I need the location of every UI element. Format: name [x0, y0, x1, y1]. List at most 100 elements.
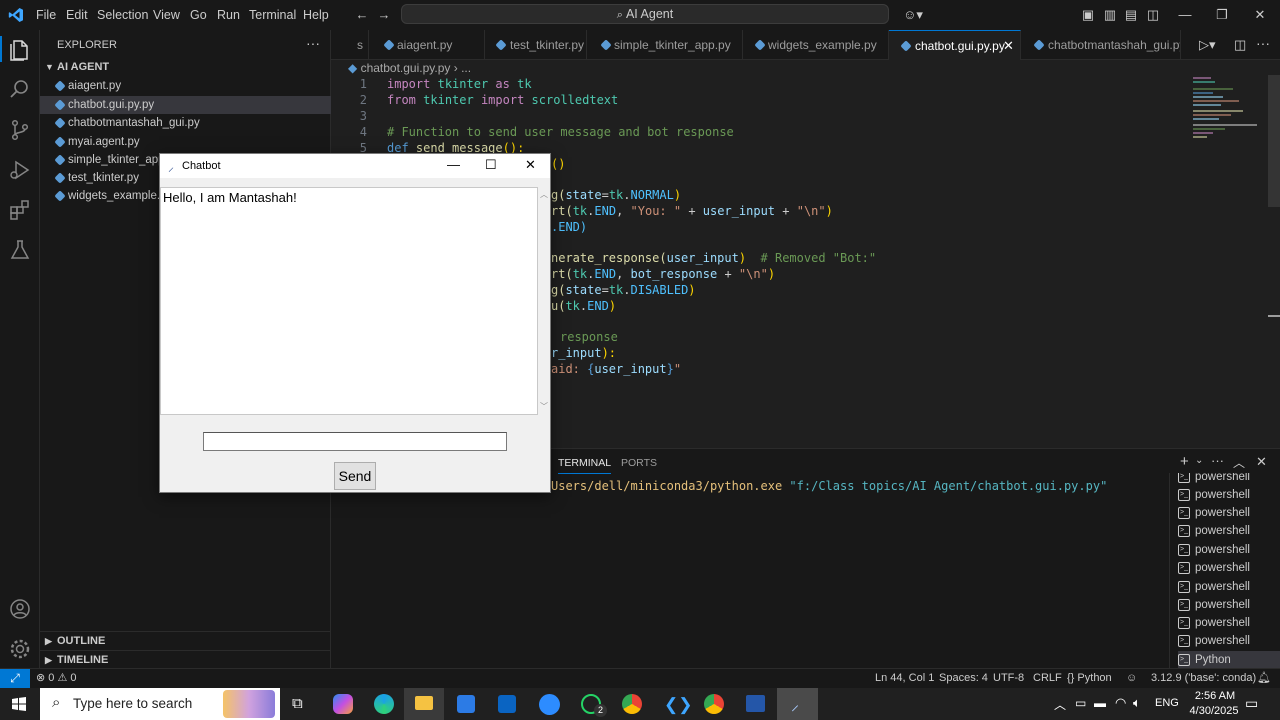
send-button[interactable]: Send — [334, 462, 376, 490]
close-tab-icon[interactable]: ✕ — [1003, 31, 1014, 60]
terminal-list-item[interactable]: >_ powershell — [1178, 632, 1268, 650]
minimize-window-icon[interactable]: — — [1177, 7, 1193, 23]
powershell-icon[interactable] — [746, 695, 765, 712]
scroll-down-arrow-icon[interactable]: ﹀ — [540, 401, 548, 412]
taskbar-search-box[interactable]: ⌕ Type here to search — [40, 688, 280, 720]
menu-file[interactable]: File — [36, 8, 56, 22]
terminal-list-item[interactable]: >_ powershell — [1178, 578, 1268, 596]
tab-chatbot-gui[interactable]: chatbot.gui.py.py ✕ — [889, 30, 1021, 60]
tk-minimize-icon[interactable]: — — [447, 157, 460, 172]
terminal-list-item[interactable]: >_ powershell — [1178, 504, 1268, 522]
chevron-down-icon[interactable]: ⌄ — [1195, 455, 1203, 466]
terminal-list-item[interactable]: >_ powershell — [1178, 522, 1268, 540]
chat-display[interactable]: Hello, I am Mantashah! — [160, 187, 538, 415]
more-actions-icon[interactable]: ··· — [1211, 453, 1224, 468]
run-debug-icon[interactable] — [8, 158, 32, 182]
file-item[interactable]: aiagent.py — [40, 77, 331, 95]
add-terminal-icon[interactable]: + — [1180, 453, 1189, 470]
language-mode[interactable]: {} Python — [1067, 669, 1112, 688]
indentation[interactable]: Spaces: 4 — [939, 669, 988, 688]
scrollbar-thumb[interactable] — [1268, 75, 1280, 207]
outlook-icon[interactable] — [498, 695, 516, 713]
testing-icon[interactable] — [8, 238, 32, 262]
copilot-status-icon[interactable]: ☺ — [1126, 669, 1137, 688]
tab-test-tkinter[interactable]: test_tkinter.py — [485, 30, 587, 60]
file-item[interactable]: myai.agent.py — [40, 133, 331, 151]
menu-selection[interactable]: Selection — [97, 8, 148, 22]
timeline-section[interactable]: ▶ TIMELINE — [40, 650, 331, 668]
vscode-taskbar-icon[interactable]: ❮❯ — [664, 695, 693, 715]
tab-aiagent[interactable]: aiagent.py — [369, 30, 485, 60]
tray-chevron-icon[interactable]: ︿ — [1054, 696, 1066, 713]
toggle-secondary-sidebar-icon[interactable]: ◫ — [1145, 7, 1161, 23]
close-window-icon[interactable]: ✕ — [1252, 7, 1268, 23]
minimap[interactable] — [1193, 75, 1263, 138]
source-control-icon[interactable] — [8, 118, 32, 142]
more-actions-icon[interactable]: ··· — [1256, 35, 1270, 51]
menu-help[interactable]: Help — [303, 8, 329, 22]
outline-section[interactable]: ▶ OUTLINE — [40, 631, 331, 650]
tk-title-bar[interactable]: ⸝ Chatbot — ☐ ✕ — [160, 154, 550, 178]
menu-edit[interactable]: Edit — [66, 8, 88, 22]
input-language[interactable]: ENG — [1155, 697, 1179, 709]
settings-gear-icon[interactable] — [8, 637, 32, 661]
terminal-list-item[interactable]: >_ powershell — [1178, 473, 1268, 486]
close-panel-icon[interactable]: ✕ — [1256, 454, 1267, 470]
customize-layout-icon[interactable]: ▣ — [1080, 7, 1096, 23]
edge-browser-icon[interactable] — [374, 694, 394, 714]
terminal-list-item[interactable]: >_ powershell — [1178, 596, 1268, 614]
folder-header[interactable]: ▼ AI AGENT — [40, 58, 331, 76]
terminal-list-item[interactable]: >_ powershell — [1178, 559, 1268, 577]
search-icon[interactable] — [8, 77, 32, 101]
battery-icon[interactable]: ▬ — [1094, 696, 1106, 710]
cursor-position[interactable]: Ln 44, Col 1 — [875, 669, 934, 688]
maximize-panel-icon[interactable]: ︿ — [1233, 454, 1245, 471]
run-python-icon[interactable]: ▷▾ — [1199, 37, 1216, 53]
menu-run[interactable]: Run — [217, 8, 240, 22]
more-actions-icon[interactable]: ··· — [306, 35, 320, 51]
chat-scrollbar[interactable]: ︿ ﹀ — [538, 187, 550, 415]
chrome-icon[interactable] — [622, 694, 642, 714]
terminal-list-item-active[interactable]: >_ Python — [1178, 651, 1280, 669]
explorer-icon[interactable] — [8, 38, 32, 62]
tk-close-icon[interactable]: ✕ — [525, 157, 536, 173]
problems-indicator[interactable]: ⊗ 0 ⚠ 0 — [36, 669, 77, 688]
wifi-icon[interactable]: ◠ — [1115, 695, 1126, 711]
task-view-icon[interactable]: ⧉ — [292, 695, 303, 712]
remote-indicator-icon[interactable]: ⤢ — [0, 669, 30, 689]
chrome-profile-icon[interactable] — [704, 694, 724, 714]
command-center-search[interactable]: ⌕ AI Agent — [401, 4, 889, 24]
accounts-icon[interactable] — [8, 597, 32, 621]
terminal-list-item[interactable]: >_ powershell — [1178, 541, 1268, 559]
back-arrow-icon[interactable]: ← — [354, 7, 370, 23]
extensions-icon[interactable] — [8, 198, 32, 222]
split-editor-icon[interactable]: ◫ — [1234, 37, 1246, 53]
clock-date[interactable]: 4/30/2025 — [1184, 705, 1244, 717]
tray-device-icon[interactable]: ▭ — [1075, 696, 1086, 710]
volume-icon[interactable]: 🔈︎ — [1133, 695, 1141, 711]
forward-arrow-icon[interactable]: → — [376, 7, 392, 23]
tk-maximize-icon[interactable]: ☐ — [485, 157, 497, 173]
microsoft-store-icon[interactable] — [457, 695, 475, 713]
tab-ports[interactable]: PORTS — [621, 457, 657, 469]
line-ending[interactable]: CRLF — [1033, 669, 1062, 688]
python-interpreter[interactable]: 3.12.9 ('base': conda) — [1151, 669, 1256, 688]
tkinter-taskbar-item[interactable]: ⸝ — [777, 688, 818, 720]
terminal-list-item[interactable]: >_ powershell — [1178, 486, 1268, 504]
menu-go[interactable]: Go — [190, 8, 207, 22]
copilot-icon[interactable]: ☺▾ — [900, 7, 926, 23]
terminal-list-item[interactable]: >_ powershell — [1178, 614, 1268, 632]
file-item[interactable]: chatbotmantashah_gui.py — [40, 114, 331, 132]
zoom-icon[interactable] — [539, 694, 560, 715]
message-input[interactable] — [203, 432, 507, 451]
file-item-selected[interactable]: chatbot.gui.py.py — [40, 96, 331, 114]
notification-center-icon[interactable]: ▭ — [1245, 695, 1258, 712]
tab-widgets-example[interactable]: widgets_example.py — [743, 30, 889, 60]
maximize-window-icon[interactable]: ❐ — [1214, 7, 1230, 23]
copilot-app-icon[interactable] — [333, 694, 353, 714]
tab-chatbotmantashah[interactable]: chatbotmantashah_gui.py — [1021, 30, 1181, 60]
tab-simple-tkinter-app[interactable]: simple_tkinter_app.py — [587, 30, 743, 60]
file-explorer-taskbar-item[interactable] — [404, 688, 444, 720]
tab-partial[interactable]: s — [331, 30, 369, 60]
notifications-bell-icon[interactable]: 🔔︎ — [1257, 669, 1271, 688]
